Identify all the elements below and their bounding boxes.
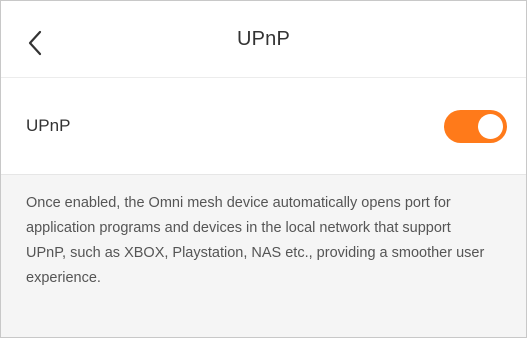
chevron-left-icon <box>28 30 42 56</box>
back-button[interactable] <box>25 29 47 57</box>
upnp-toggle[interactable] <box>444 109 507 143</box>
upnp-setting-label: UPnP <box>26 116 71 135</box>
description-section: Once enabled, the Omni mesh device autom… <box>1 175 526 337</box>
upnp-setting-row: UPnP <box>1 78 526 175</box>
toggle-knob <box>478 113 503 139</box>
upnp-settings-screen: UPnP UPnP Once enabled, the Omni mesh de… <box>0 0 527 338</box>
page-title: UPnP <box>236 27 291 50</box>
page-header: UPnP <box>1 1 526 78</box>
upnp-description: Once enabled, the Omni mesh device autom… <box>26 195 485 286</box>
